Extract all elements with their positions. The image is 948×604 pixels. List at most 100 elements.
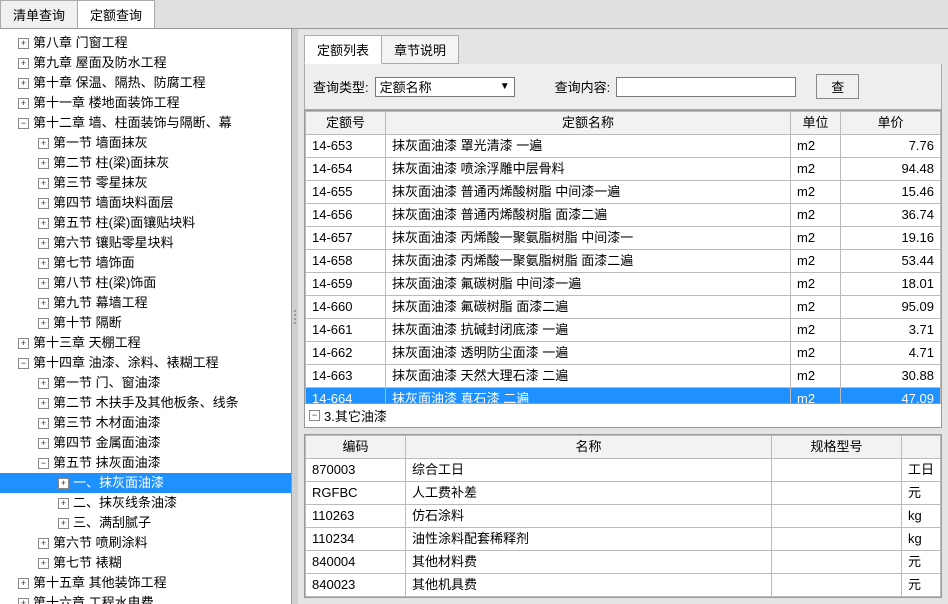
- tree-ch12-s6[interactable]: +第六节 镶贴零星块料: [0, 233, 291, 253]
- expand-icon[interactable]: +: [38, 238, 49, 249]
- expand-icon[interactable]: +: [58, 498, 69, 509]
- tree-ch14[interactable]: −第十四章 油漆、涂料、裱糊工程: [0, 353, 291, 373]
- quota-table: 定额号 定额名称 单位 单价 14-653抹灰面油漆 罩光清漆 一遍m27.76…: [305, 111, 941, 404]
- expand-icon[interactable]: +: [18, 78, 29, 89]
- material-table: 编码 名称 规格型号 870003综合工日工日RGFBC人工费补差元110263…: [305, 435, 941, 597]
- tree-ch16[interactable]: +第十六章 工程水电费: [0, 593, 291, 604]
- tree-ch12-s10[interactable]: +第十节 隔断: [0, 313, 291, 333]
- table-row[interactable]: 110263仿石涂料kg: [306, 505, 941, 528]
- tree-ch12-s8[interactable]: +第八节 柱(梁)饰面: [0, 273, 291, 293]
- expand-icon[interactable]: +: [38, 438, 49, 449]
- expand-icon[interactable]: +: [38, 418, 49, 429]
- table-row[interactable]: 14-664抹灰面油漆 真石漆 二遍m247.09: [306, 388, 941, 405]
- quota-table-wrap[interactable]: 定额号 定额名称 单位 单价 14-653抹灰面油漆 罩光清漆 一遍m27.76…: [304, 110, 942, 404]
- table-row[interactable]: 840023其他机具费元: [306, 574, 941, 597]
- table-row[interactable]: 14-653抹灰面油漆 罩光清漆 一遍m27.76: [306, 135, 941, 158]
- tree-ch14-s2[interactable]: +第二节 木扶手及其他板条、线条: [0, 393, 291, 413]
- tree-ch11[interactable]: +第十一章 楼地面装饰工程: [0, 93, 291, 113]
- group-label: 3.其它油漆: [324, 406, 387, 425]
- table-row[interactable]: 14-661抹灰面油漆 抗碱封闭底漆 一遍m23.71: [306, 319, 941, 342]
- table-row[interactable]: 14-654抹灰面油漆 喷涂浮雕中层骨料m294.48: [306, 158, 941, 181]
- tree-ch12-s5[interactable]: +第五节 柱(梁)面镶贴块料: [0, 213, 291, 233]
- material-table-wrap[interactable]: 编码 名称 规格型号 870003综合工日工日RGFBC人工费补差元110263…: [304, 434, 942, 598]
- expand-icon[interactable]: +: [18, 98, 29, 109]
- expand-icon[interactable]: +: [58, 478, 69, 489]
- expand-icon[interactable]: +: [38, 258, 49, 269]
- table-row[interactable]: 840004其他材料费元: [306, 551, 941, 574]
- expand-icon[interactable]: +: [38, 398, 49, 409]
- expand-icon[interactable]: +: [38, 198, 49, 209]
- tree-ch8[interactable]: +第八章 门窗工程: [0, 33, 291, 53]
- tree-ch14-s1[interactable]: +第一节 门、窗油漆: [0, 373, 291, 393]
- tree-ch12-s2[interactable]: +第二节 柱(梁)面抹灰: [0, 153, 291, 173]
- col-unit2[interactable]: [901, 436, 940, 459]
- tree-ch14-s5-i2[interactable]: +二、抹灰线条油漆: [0, 493, 291, 513]
- tab-quota-query[interactable]: 定额查询: [77, 0, 155, 28]
- table-row[interactable]: 14-659抹灰面油漆 氟碳树脂 中间漆一遍m218.01: [306, 273, 941, 296]
- expand-icon[interactable]: +: [38, 158, 49, 169]
- search-type-label: 查询类型:: [313, 77, 369, 96]
- tree-ch14-s5-i3[interactable]: +三、满刮腻子: [0, 513, 291, 533]
- col-code[interactable]: 编码: [306, 436, 406, 459]
- table-row[interactable]: 14-657抹灰面油漆 丙烯酸一聚氨脂树脂 中间漆一m219.16: [306, 227, 941, 250]
- collapse-icon[interactable]: −: [18, 358, 29, 369]
- expand-icon[interactable]: +: [38, 138, 49, 149]
- tab-quota-list[interactable]: 定额列表: [304, 35, 382, 64]
- tree-ch12-s1[interactable]: +第一节 墙面抹灰: [0, 133, 291, 153]
- search-button[interactable]: 查: [816, 74, 859, 99]
- table-row[interactable]: 14-658抹灰面油漆 丙烯酸一聚氨脂树脂 面漆二遍m253.44: [306, 250, 941, 273]
- search-type-combo[interactable]: 定额名称 ▼: [375, 77, 515, 97]
- tab-chapter-desc[interactable]: 章节说明: [381, 35, 459, 64]
- search-input[interactable]: [616, 77, 796, 97]
- col-unit[interactable]: 单位: [791, 112, 841, 135]
- col-quota-no[interactable]: 定额号: [306, 112, 386, 135]
- expand-icon[interactable]: +: [58, 518, 69, 529]
- tree-ch14-s6[interactable]: +第六节 喷刷涂料: [0, 533, 291, 553]
- expand-icon[interactable]: +: [38, 558, 49, 569]
- tree-ch12-s3[interactable]: +第三节 零星抹灰: [0, 173, 291, 193]
- tree-panel[interactable]: +第八章 门窗工程 +第九章 屋面及防水工程 +第十章 保温、隔热、防腐工程 +…: [0, 29, 292, 604]
- expand-icon[interactable]: +: [18, 578, 29, 589]
- tree-ch12-s9[interactable]: +第九节 幕墙工程: [0, 293, 291, 313]
- tree-ch12-s4[interactable]: +第四节 墙面块料面层: [0, 193, 291, 213]
- tree-ch14-s4[interactable]: +第四节 金属面油漆: [0, 433, 291, 453]
- tree-ch14-s5-i1[interactable]: +一、抹灰面油漆: [0, 473, 291, 493]
- table-row[interactable]: RGFBC人工费补差元: [306, 482, 941, 505]
- col-name[interactable]: 名称: [406, 436, 772, 459]
- tree-ch14-s7[interactable]: +第七节 裱糊: [0, 553, 291, 573]
- tree-ch12-s7[interactable]: +第七节 墙饰面: [0, 253, 291, 273]
- table-row[interactable]: 110234油性涂料配套稀释剂kg: [306, 528, 941, 551]
- expand-icon[interactable]: +: [18, 58, 29, 69]
- collapse-icon[interactable]: −: [18, 118, 29, 129]
- tree-ch14-s3[interactable]: +第三节 木材面油漆: [0, 413, 291, 433]
- table-row[interactable]: 870003综合工日工日: [306, 459, 941, 482]
- table-row[interactable]: 14-656抹灰面油漆 普通丙烯酸树脂 面漆二遍m236.74: [306, 204, 941, 227]
- expand-icon[interactable]: +: [38, 378, 49, 389]
- table-row[interactable]: 14-662抹灰面油漆 透明防尘面漆 一遍m24.71: [306, 342, 941, 365]
- table-row[interactable]: 14-660抹灰面油漆 氟碳树脂 面漆二遍m295.09: [306, 296, 941, 319]
- tab-list-query[interactable]: 清单查询: [0, 0, 78, 28]
- collapse-icon[interactable]: −: [38, 458, 49, 469]
- col-price[interactable]: 单价: [841, 112, 941, 135]
- expand-icon[interactable]: +: [18, 338, 29, 349]
- expand-icon[interactable]: +: [38, 278, 49, 289]
- table-row[interactable]: 14-663抹灰面油漆 天然大理石漆 二遍m230.88: [306, 365, 941, 388]
- col-quota-name[interactable]: 定额名称: [386, 112, 791, 135]
- tree-ch10[interactable]: +第十章 保温、隔热、防腐工程: [0, 73, 291, 93]
- expand-icon[interactable]: +: [38, 538, 49, 549]
- tree-ch15[interactable]: +第十五章 其他装饰工程: [0, 573, 291, 593]
- expand-icon[interactable]: +: [38, 218, 49, 229]
- group-row[interactable]: − 3.其它油漆: [304, 404, 942, 428]
- expand-icon[interactable]: +: [38, 298, 49, 309]
- expand-icon[interactable]: +: [38, 178, 49, 189]
- tree-ch13[interactable]: +第十三章 天棚工程: [0, 333, 291, 353]
- expand-icon[interactable]: +: [38, 318, 49, 329]
- expand-icon[interactable]: +: [18, 598, 29, 604]
- table-row[interactable]: 14-655抹灰面油漆 普通丙烯酸树脂 中间漆一遍m215.46: [306, 181, 941, 204]
- collapse-icon[interactable]: −: [309, 410, 320, 421]
- tree-ch12[interactable]: −第十二章 墙、柱面装饰与隔断、幕: [0, 113, 291, 133]
- expand-icon[interactable]: +: [18, 38, 29, 49]
- tree-ch14-s5[interactable]: −第五节 抹灰面油漆: [0, 453, 291, 473]
- tree-ch9[interactable]: +第九章 屋面及防水工程: [0, 53, 291, 73]
- col-spec[interactable]: 规格型号: [771, 436, 901, 459]
